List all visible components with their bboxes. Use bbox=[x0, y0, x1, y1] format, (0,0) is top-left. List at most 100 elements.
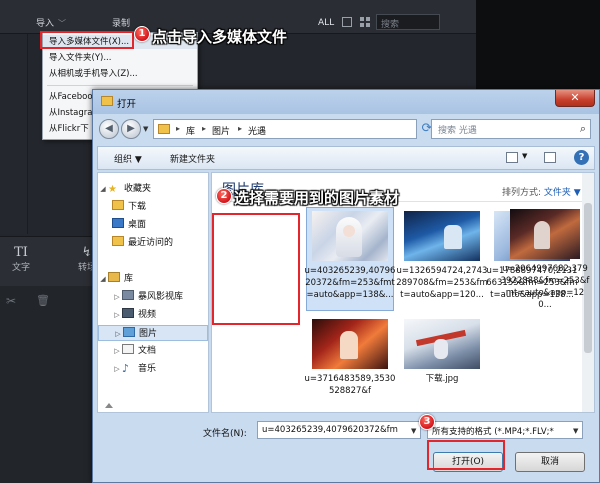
record-menu[interactable]: 录制 bbox=[112, 16, 130, 29]
nav-item-label: 下载 bbox=[128, 202, 147, 212]
library-icon bbox=[108, 272, 120, 282]
scroll-up-icon[interactable] bbox=[105, 403, 113, 408]
film-icon bbox=[122, 308, 134, 318]
nav-item-music[interactable]: ▷ ♪ 音乐 bbox=[98, 361, 208, 377]
breadcrumb-current-folder[interactable]: 光遇 bbox=[248, 124, 266, 137]
breadcrumb-separator-icon[interactable]: ▸ bbox=[238, 124, 242, 133]
cancel-button[interactable]: 取消 bbox=[515, 452, 585, 472]
nav-item-label: 图片 bbox=[139, 329, 158, 339]
nav-item-desktop[interactable]: 桌面 bbox=[98, 217, 208, 233]
callout-text-1: 点击导入多媒体文件 bbox=[152, 28, 288, 46]
callout-highlight-3 bbox=[427, 440, 505, 470]
file-name: u=2064997682,3793922888&fm=253&fmt=auto&… bbox=[500, 264, 590, 310]
filename-input[interactable]: u=403265239,4079620372&fm bbox=[257, 421, 421, 439]
callout-highlight-2 bbox=[212, 213, 300, 325]
nav-item-label: 暴风影视库 bbox=[138, 292, 184, 302]
filename-label: 文件名(N): bbox=[203, 429, 247, 439]
nav-item-recent[interactable]: 最近访问的 bbox=[98, 235, 208, 251]
arrange-by-control[interactable]: 排列方式: 文件夹 ▼ bbox=[502, 185, 581, 198]
arrange-value[interactable]: 文件夹 ▼ bbox=[544, 188, 581, 198]
nav-item-pictures[interactable]: ▷ 图片 bbox=[98, 325, 208, 341]
expand-icon[interactable]: ◢ bbox=[98, 271, 108, 287]
dialog-footer: 文件名(N): u=403265239,4079620372&fm ▼ 所有支持… bbox=[93, 416, 599, 482]
search-icon: ⌕ bbox=[579, 122, 586, 135]
new-folder-button[interactable]: 新建文件夹 bbox=[170, 152, 215, 165]
scissor-icon[interactable]: ✂ bbox=[6, 294, 16, 308]
nav-item-libraries[interactable]: ◢ 库 bbox=[98, 271, 208, 287]
nav-item-label: 最近访问的 bbox=[128, 238, 174, 248]
expand-icon[interactable]: ▷ bbox=[113, 326, 123, 342]
music-note-icon: ♪ bbox=[122, 362, 130, 375]
nav-item-favorites[interactable]: ◢ ★ 收藏夹 bbox=[98, 181, 208, 197]
callout-badge-1: 1 bbox=[134, 26, 150, 42]
callout-highlight-1 bbox=[40, 31, 134, 49]
menu-item-import-folder[interactable]: 导入文件夹(Y)... bbox=[43, 51, 197, 65]
organize-button[interactable]: 组织 ▼ bbox=[114, 152, 142, 165]
text-icon: TI bbox=[14, 245, 28, 260]
callout-badge-3: 3 bbox=[419, 414, 435, 430]
file-name: u=3716483589,3530528827&f bbox=[304, 374, 396, 396]
breadcrumb-pictures[interactable]: 图片 bbox=[212, 124, 230, 137]
file-name: 下载.jpg bbox=[425, 374, 459, 384]
star-icon: ★ bbox=[108, 184, 117, 195]
grid-view-icon[interactable] bbox=[360, 17, 370, 27]
nav-item-videos[interactable]: ▷ 视频 bbox=[98, 307, 208, 323]
breadcrumb-libraries[interactable]: 库 bbox=[186, 124, 195, 137]
menu-item-import-camera[interactable]: 从相机或手机导入(Z)... bbox=[43, 67, 197, 81]
left-sidebar bbox=[0, 34, 28, 234]
nav-item-label: 桌面 bbox=[128, 220, 147, 230]
document-icon bbox=[122, 344, 134, 354]
file-name: u=403265239,4079620372&fm=253&fmt=auto&a… bbox=[304, 266, 396, 300]
filetype-dropdown-icon[interactable]: ▼ bbox=[573, 427, 578, 435]
filetype-select[interactable]: 所有支持的格式 (*.MP4;*.FLV;* bbox=[427, 421, 583, 439]
expand-icon[interactable]: ▷ bbox=[112, 307, 122, 323]
nav-item-documents[interactable]: ▷ 文档 bbox=[98, 343, 208, 359]
nav-item-label: 收藏夹 bbox=[124, 184, 152, 194]
navigation-pane: ◢ ★ 收藏夹 下载 桌面 最近访问的 ◢ 库 ▷ 暴风影视库 ▷ 视频 ▷ 图片 ▷ 文档 … bbox=[97, 172, 209, 413]
view-dropdown-icon[interactable]: ▼ bbox=[522, 152, 527, 160]
menu-divider bbox=[47, 85, 193, 86]
history-dropdown-icon[interactable]: ▼ bbox=[143, 125, 148, 133]
nav-item-downloads[interactable]: 下载 bbox=[98, 199, 208, 215]
folder-search-placeholder: 搜索 光遇 bbox=[438, 126, 477, 136]
filename-dropdown-icon[interactable]: ▼ bbox=[411, 427, 416, 435]
folder-icon bbox=[158, 124, 170, 134]
folder-search-input[interactable]: 搜索 光遇 ⌕ bbox=[431, 119, 591, 139]
text-tool[interactable]: TI 文字 bbox=[12, 245, 30, 273]
expand-icon[interactable]: ▷ bbox=[112, 289, 122, 305]
navigation-bar: ◀ ▶ ▼ ▸ 库 ▸ 图片 ▸ 光遇 ▼ ⟳ 搜索 光遇 ⌕ bbox=[97, 117, 595, 143]
breadcrumb-separator-icon[interactable]: ▸ bbox=[176, 124, 180, 133]
trash-icon[interactable]: 🗑 bbox=[36, 294, 50, 307]
callout-badge-2: 2 bbox=[216, 188, 232, 204]
file-thumbnail bbox=[404, 319, 480, 369]
command-bar: 组织 ▼ 新建文件夹 ▼ ? bbox=[97, 146, 595, 170]
preview-pane-icon[interactable] bbox=[544, 152, 556, 163]
file-thumbnail bbox=[510, 209, 580, 259]
picture-icon bbox=[123, 327, 135, 337]
arrange-label: 排列方式: bbox=[502, 188, 542, 198]
video-library-icon bbox=[122, 290, 134, 300]
file-thumbnail bbox=[404, 211, 480, 261]
back-arrow-icon[interactable]: ◀ bbox=[99, 119, 119, 139]
media-search-input[interactable]: 搜索 bbox=[376, 14, 440, 30]
download-folder-icon bbox=[112, 200, 124, 210]
expand-icon[interactable]: ▷ bbox=[112, 343, 122, 359]
folder-icon bbox=[101, 96, 113, 106]
nav-item-storm-video[interactable]: ▷ 暴风影视库 bbox=[98, 289, 208, 305]
expand-icon[interactable]: ▷ bbox=[112, 361, 122, 377]
address-bar[interactable]: ▸ 库 ▸ 图片 ▸ 光遇 ▼ bbox=[153, 119, 443, 139]
view-mode-icon[interactable] bbox=[506, 152, 518, 163]
import-menu[interactable]: 导入 ﹀ bbox=[36, 16, 66, 29]
close-button[interactable]: ✕ bbox=[555, 90, 595, 107]
expand-icon[interactable]: ◢ bbox=[98, 181, 108, 197]
help-icon[interactable]: ? bbox=[574, 150, 589, 165]
filter-icon[interactable] bbox=[342, 17, 352, 27]
nav-item-label: 视频 bbox=[138, 310, 157, 320]
dialog-title: 打开 bbox=[117, 99, 137, 110]
all-filter-label[interactable]: ALL bbox=[318, 18, 334, 28]
recent-places-icon bbox=[112, 236, 124, 246]
forward-arrow-icon[interactable]: ▶ bbox=[121, 119, 141, 139]
file-name: u=1326594724,2743289708&fm=253&fmt=auto&… bbox=[396, 266, 488, 300]
nav-item-label: 库 bbox=[124, 274, 134, 284]
breadcrumb-separator-icon[interactable]: ▸ bbox=[202, 124, 206, 133]
